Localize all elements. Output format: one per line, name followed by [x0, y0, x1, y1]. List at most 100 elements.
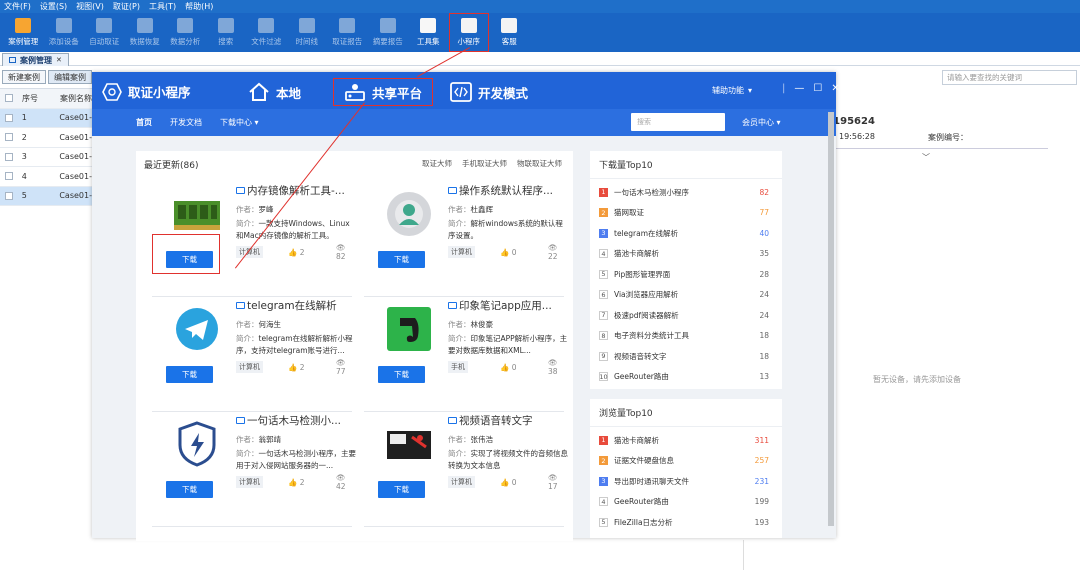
toolbar-button-analysis[interactable]: 数据分析 — [165, 13, 206, 52]
toolbar-button-recover[interactable]: 数据恢复 — [125, 13, 166, 52]
toolbar-button-add-device[interactable]: 添加设备 — [44, 13, 85, 52]
close-icon[interactable]: ✕ — [831, 83, 839, 94]
rank-item[interactable]: 2 猫网取证 77 — [599, 206, 769, 220]
link-iot-forensic[interactable]: 物联取证大师 — [517, 158, 562, 169]
card-title[interactable]: 内存镜像解析工具-... — [236, 183, 350, 198]
download-button[interactable]: 下载 — [378, 366, 425, 383]
menu-help[interactable]: 帮助(H) — [185, 1, 213, 12]
card-title[interactable]: 一句话木马检测小... — [236, 413, 350, 428]
link-mobile-forensic[interactable]: 手机取证大师 — [462, 158, 507, 169]
rank-item[interactable]: 4 猫池卡商解析 35 — [599, 247, 769, 261]
rank-number: 9 — [599, 351, 608, 361]
toolbar-button-filter[interactable]: 文件过滤 — [246, 13, 287, 52]
tab-case-management[interactable]: 案例管理 ✕ — [2, 53, 69, 66]
close-icon[interactable]: ✕ — [56, 56, 62, 64]
link-forensic-master[interactable]: 取证大师 — [422, 158, 452, 169]
author-name: 翁郭靖 — [258, 435, 282, 444]
toolbar-button-toolkit[interactable]: 工具集 — [408, 13, 449, 52]
rank-item[interactable]: 2 证据文件硬盘信息 257 — [599, 454, 769, 468]
rank-item[interactable]: 3 导出即时通讯聊天文件 231 — [599, 474, 769, 488]
menu-view[interactable]: 视图(V) — [76, 1, 104, 12]
miniprogram-card[interactable]: 下载 telegram在线解析 作者：何海生 简介：telegram在线解析解析小程序… — [152, 294, 353, 412]
row-checkbox[interactable] — [4, 152, 13, 161]
rank-item[interactable]: 10 GeeRouter路由 13 — [599, 370, 769, 384]
miniprogram-search-input[interactable]: 搜索 — [631, 113, 725, 131]
card-title[interactable]: 印象笔记app应用... — [448, 298, 562, 313]
download-button[interactable]: 下载 — [378, 251, 425, 268]
card-title[interactable]: 操作系统默认程序... — [448, 183, 562, 198]
toolbar-button-report[interactable]: 取证报告 — [327, 13, 368, 52]
card-title[interactable]: 视频语音转文字 — [448, 413, 562, 428]
maximize-icon[interactable]: ☐ — [813, 83, 822, 94]
toolbar-button-timeline[interactable]: 时间线 — [287, 13, 328, 52]
rank-item[interactable]: 1 猫池卡商解析 311 — [599, 433, 769, 447]
row-checkbox[interactable] — [4, 191, 13, 200]
miniprogram-card[interactable]: 下载 一句话木马检测小... 作者：翁郭靖 简介：一句话木马检测小程序，主要用于对入侵… — [152, 409, 356, 527]
rank-item[interactable]: 8 电子资料分类统计工具 18 — [599, 329, 769, 343]
edit-case-button[interactable]: 编辑案例 — [48, 70, 92, 84]
rank-item[interactable]: 9 视频语音转文字 18 — [599, 349, 769, 363]
rank-number: 3 — [599, 228, 608, 238]
download-button[interactable]: 下载 — [378, 481, 425, 498]
chevron-down-icon[interactable]: ﹀ — [922, 152, 930, 163]
rank-item[interactable]: 5 Pip图形管理界面 28 — [599, 267, 769, 281]
nav-local[interactable]: 本地 — [248, 78, 301, 106]
miniprogram-card[interactable]: 下载 操作系统默认程序... 作者：杜鑫辉 简介：解析windows系统的默认程序设置… — [364, 179, 564, 297]
rank-value: 199 — [754, 497, 769, 506]
download-button[interactable]: 下载 — [166, 481, 213, 498]
card-title[interactable]: telegram在线解析 — [236, 298, 350, 313]
assist-dropdown[interactable]: 辅助功能 ▾ — [712, 85, 752, 96]
col-no-header: 序号 — [22, 93, 38, 103]
sub-nav-docs[interactable]: 开发文档 — [170, 117, 202, 128]
row-checkbox[interactable] — [4, 113, 13, 122]
minimize-icon[interactable]: — — [794, 83, 804, 94]
table-row[interactable]: 3 Case01- — [0, 148, 92, 167]
miniprogram-card[interactable]: 下载 视频语音转文字 作者：张伟浩 简介：实现了将视频文件的音频信息转换为文本信息 计算… — [364, 409, 568, 527]
member-center-link[interactable]: 会员中心 ▾ — [742, 117, 781, 128]
likes-value: 0 — [511, 247, 517, 257]
rank-item[interactable]: 3 telegram在线解析 40 — [599, 226, 769, 240]
row-checkbox[interactable] — [4, 133, 13, 142]
table-row[interactable]: 2 Case01- — [0, 128, 92, 148]
new-case-button[interactable]: 新建案例 — [2, 70, 46, 84]
rank-item[interactable]: 5 FileZilla日志分析 193 — [599, 515, 769, 529]
table-row[interactable]: 1 Case01- — [0, 108, 92, 128]
toolbar-button-monitor[interactable]: 自动取证 — [84, 13, 125, 52]
evernote-icon — [382, 302, 436, 356]
likes-count: 👍 2 — [288, 478, 305, 487]
likes-value: 0 — [511, 362, 517, 372]
menu-tools[interactable]: 工具(T) — [149, 1, 176, 12]
rank-item[interactable]: 6 Via浏览器应用解析 24 — [599, 288, 769, 302]
menu-file[interactable]: 文件(F) — [4, 1, 31, 12]
rank-title: 猫网取证 — [614, 208, 644, 217]
toolbar-button-summary[interactable]: 摘要报告 — [368, 13, 409, 52]
miniprogram-card[interactable]: 下载 印象笔记app应用... 作者：林俊豪 简介：印象笔记APP解析小程序，主要对数… — [364, 294, 567, 412]
sub-nav-home[interactable]: 首页 — [136, 117, 152, 128]
card-desc: 简介：实现了将视频文件的音频信息转换为文本信息 — [448, 448, 568, 472]
category-tag: 计算机 — [236, 361, 263, 373]
table-row[interactable]: 4 Case01- — [0, 167, 92, 187]
views-value: 77 — [336, 367, 346, 376]
sub-nav-download-center[interactable]: 下载中心 ▾ — [220, 117, 259, 128]
toolbar-button-service[interactable]: 客服 — [489, 13, 530, 52]
download-button[interactable]: 下载 — [166, 366, 213, 383]
menu-forensics[interactable]: 取证(P) — [113, 1, 140, 12]
menu-settings[interactable]: 设置(S) — [40, 1, 67, 12]
table-row[interactable]: 5 Case01- — [0, 186, 92, 206]
views-count: 👁 77 — [336, 358, 356, 376]
row-checkbox[interactable] — [4, 172, 13, 181]
rank-number: 7 — [599, 310, 608, 320]
card-author: 作者：张伟浩 — [448, 434, 493, 445]
case-no: 2 — [21, 132, 27, 142]
nav-shared-platform[interactable]: 共享平台 — [333, 78, 434, 106]
toolbar-button-search-doc[interactable]: 搜索 — [206, 13, 247, 52]
rank-item[interactable]: 7 极速pdf阅读器解析 24 — [599, 308, 769, 322]
nav-dev-mode[interactable]: 开发模式 — [450, 78, 528, 106]
select-all-checkbox[interactable] — [5, 94, 13, 103]
case-no-label: 案例编号： — [928, 133, 968, 142]
toolbar-button-folder[interactable]: 案例管理 — [3, 13, 44, 52]
scrollbar[interactable] — [828, 112, 834, 526]
rank-item[interactable]: 4 GeeRouter路由 199 — [599, 495, 769, 509]
keyword-search-input[interactable]: 请输入要查找的关键词 — [942, 70, 1077, 85]
rank-item[interactable]: 1 一句话木马检测小程序 82 — [599, 185, 769, 199]
